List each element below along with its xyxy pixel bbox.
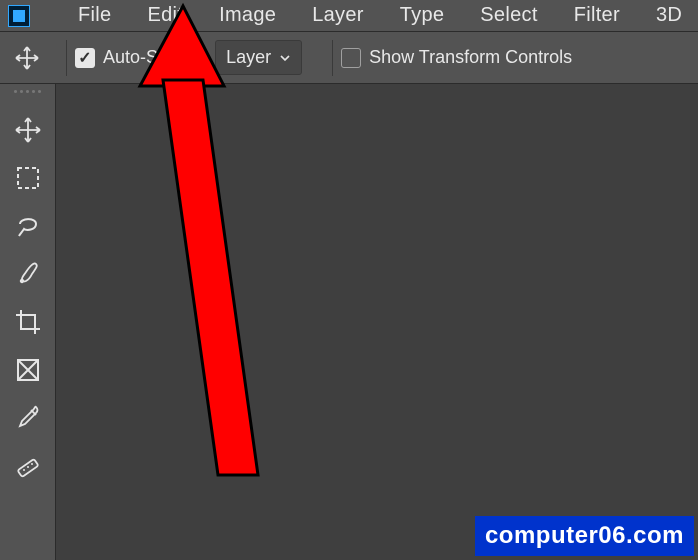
toolbar-grip[interactable] [8, 90, 48, 100]
auto-select-mode-select[interactable]: Layer [215, 40, 302, 75]
menu-image[interactable]: Image [201, 0, 294, 31]
menu-layer[interactable]: Layer [294, 0, 382, 31]
chevron-down-icon [279, 52, 291, 64]
app-icon [8, 5, 30, 27]
canvas-area[interactable] [56, 84, 698, 560]
divider [332, 40, 333, 76]
auto-select-checkbox[interactable]: ✓ [75, 48, 95, 68]
move-tool-icon[interactable] [4, 106, 52, 154]
frame-tool-icon[interactable] [4, 346, 52, 394]
brush-tool-icon[interactable] [4, 250, 52, 298]
healing-tool-icon[interactable] [4, 442, 52, 490]
menu-filter[interactable]: Filter [556, 0, 638, 31]
marquee-tool-icon[interactable] [4, 154, 52, 202]
divider [66, 40, 67, 76]
show-transform-label: Show Transform Controls [369, 47, 572, 68]
menu-file[interactable]: File [60, 0, 129, 31]
lasso-tool-icon[interactable] [4, 202, 52, 250]
menu-type[interactable]: Type [382, 0, 463, 31]
menu-edit[interactable]: Edit [129, 0, 201, 31]
crop-tool-icon[interactable] [4, 298, 52, 346]
watermark: computer06.com [475, 516, 694, 556]
eyedropper-tool-icon[interactable] [4, 394, 52, 442]
options-bar: ✓ Auto-Select: Layer Show Transform Cont… [0, 32, 698, 84]
show-transform-checkbox[interactable] [341, 48, 361, 68]
auto-select-label: Auto-Select: [103, 47, 201, 68]
left-toolbar [0, 84, 56, 560]
move-tool-indicator-icon [10, 41, 44, 75]
menu-3d[interactable]: 3D [638, 0, 698, 31]
menu-select[interactable]: Select [462, 0, 555, 31]
menubar: File Edit Image Layer Type Select Filter… [0, 0, 698, 32]
auto-select-mode-value: Layer [226, 47, 271, 68]
